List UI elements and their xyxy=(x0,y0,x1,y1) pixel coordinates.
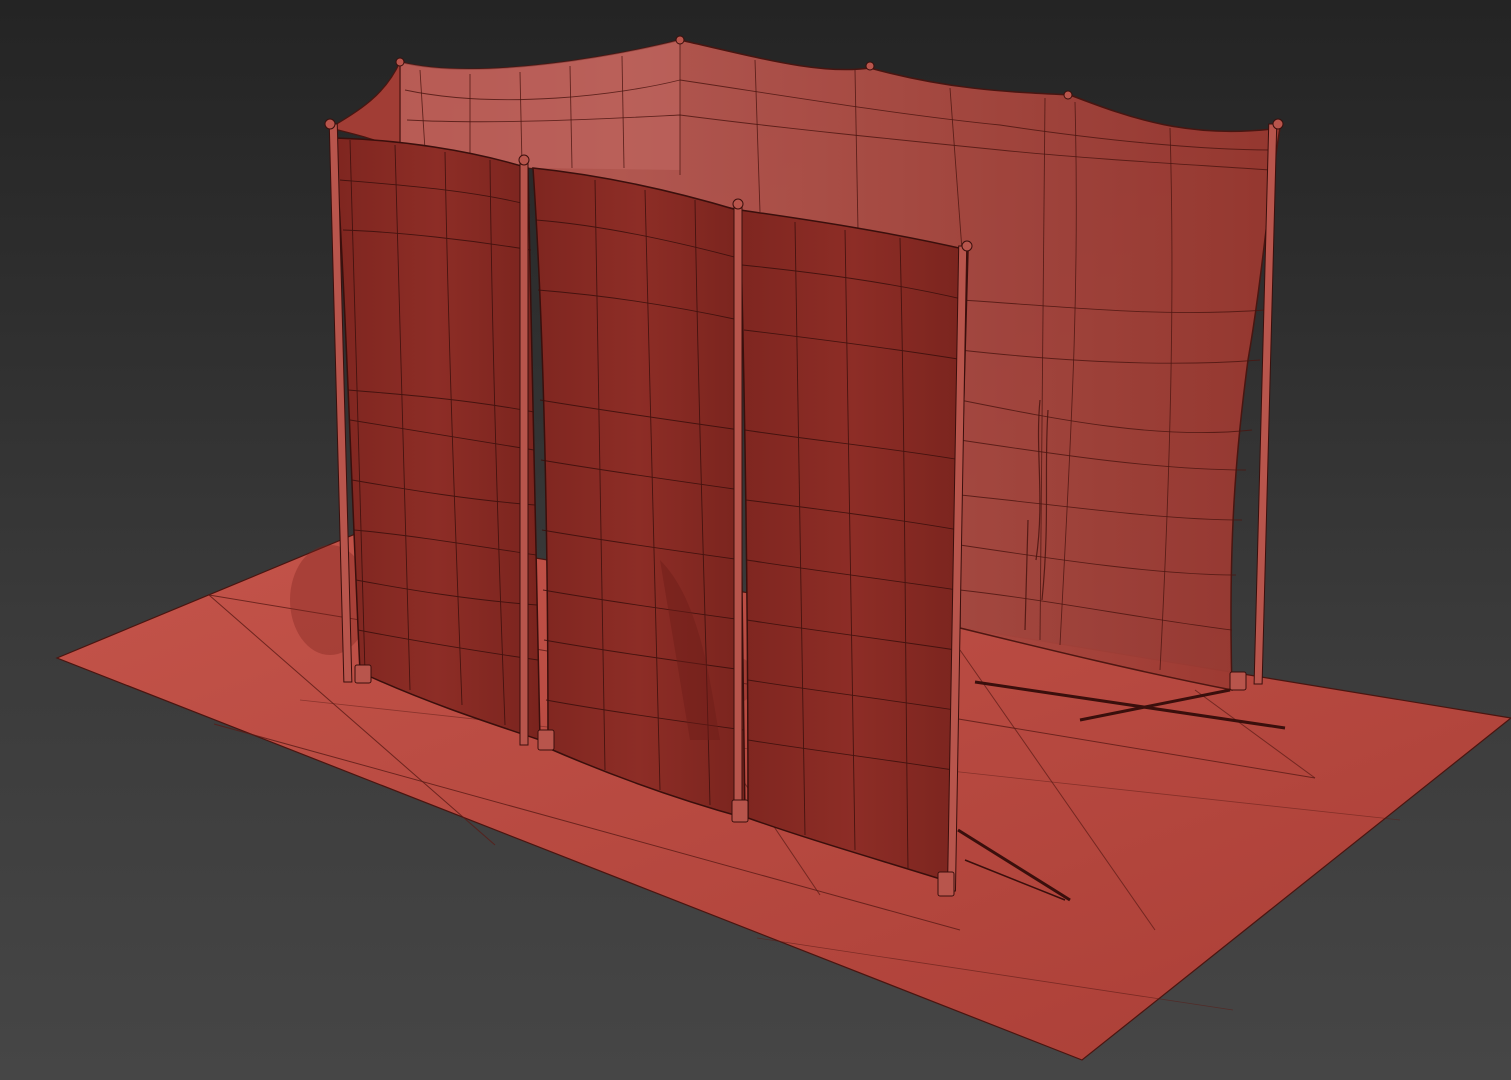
scene-render[interactable] xyxy=(0,0,1511,1080)
3d-viewport[interactable] xyxy=(0,0,1511,1080)
front-panel-left[interactable] xyxy=(334,137,541,742)
front-panel-right[interactable] xyxy=(739,209,969,884)
front-panel-middle[interactable] xyxy=(532,167,746,819)
